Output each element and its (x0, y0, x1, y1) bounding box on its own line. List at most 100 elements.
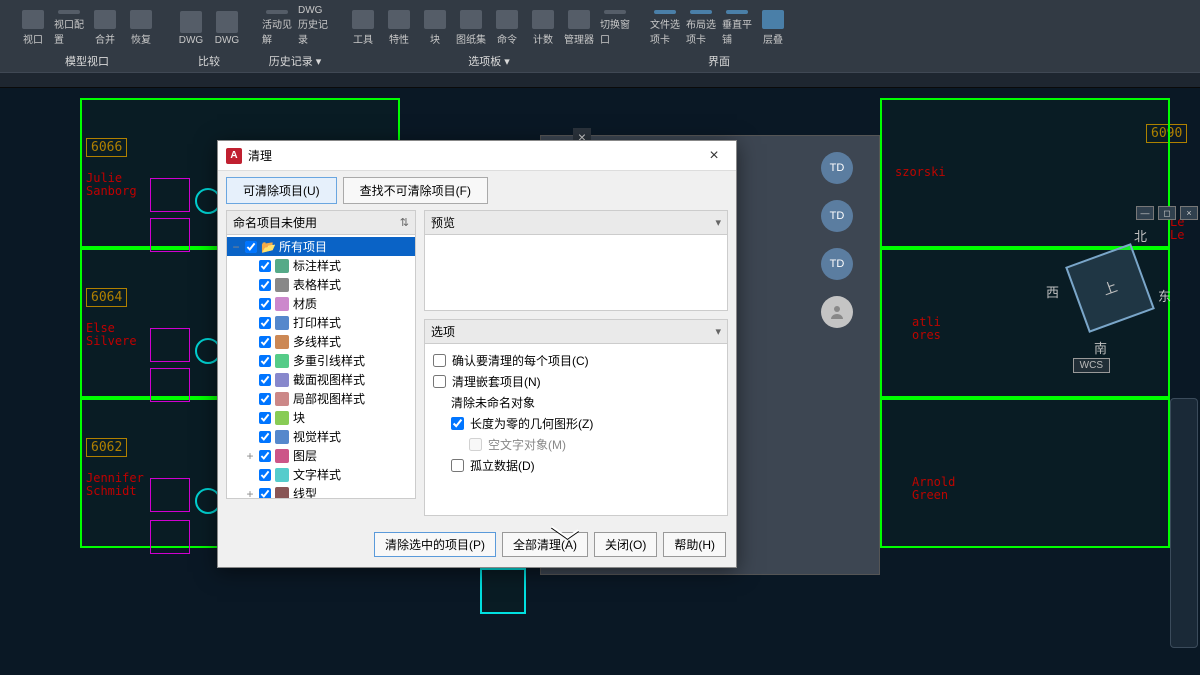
tree-item-label: 表格样式 (293, 276, 341, 293)
opt-label: 孤立数据(D) (470, 457, 535, 474)
ribbon-btn[interactable]: 块 (420, 10, 450, 46)
tree-checkbox[interactable] (259, 336, 271, 348)
ribbon-btn[interactable]: 命令 (492, 10, 522, 46)
sort-icon[interactable]: ⇅ (400, 216, 409, 229)
tree-item-label: 材质 (293, 295, 317, 312)
ribbon-btn[interactable]: DWG (212, 10, 242, 46)
purge-all-button[interactable]: 全部清理(A) (502, 532, 588, 557)
tree-item[interactable]: +线型 (227, 484, 415, 499)
close-button[interactable]: 关闭(O) (594, 532, 657, 557)
options-pane: 确认要清理的每个项目(C) 清理嵌套项目(N) 清除未命名对象 长度为零的几何图… (424, 344, 728, 516)
tree-item[interactable]: 截面视图样式 (227, 370, 415, 389)
chevron-down-icon[interactable]: ▾ (715, 216, 721, 229)
tree-checkbox[interactable] (259, 355, 271, 367)
ribbon-btn[interactable]: 垂直平铺 (722, 10, 752, 46)
ribbon-btn[interactable]: 恢复 (126, 10, 156, 46)
compass-west[interactable]: 西 (1046, 282, 1059, 301)
help-button[interactable]: 帮助(H) (663, 532, 726, 557)
tree-checkbox[interactable] (259, 260, 271, 272)
ribbon-group-history: 活动见解 DWG历史记录 历史记录 ▾ (256, 6, 334, 72)
ribbon-group-ui: 文件选项卡 布局选项卡 垂直平铺 层叠 界面 (644, 6, 794, 72)
avatar-chip[interactable] (821, 296, 853, 328)
dialog-title: 清理 (248, 147, 272, 164)
compass-north[interactable]: 北 (1134, 226, 1147, 245)
tree-checkbox[interactable] (259, 450, 271, 462)
tree-item[interactable]: 文字样式 (227, 465, 415, 484)
app-icon: A (226, 148, 242, 164)
dialog-close-button[interactable]: × (700, 145, 728, 167)
ribbon-btn[interactable]: 特性 (384, 10, 414, 46)
opt-emptytext-checkbox (469, 438, 482, 451)
tree-checkbox[interactable] (259, 488, 271, 500)
tree-checkbox[interactable] (259, 469, 271, 481)
tree-item-label: 线型 (293, 485, 317, 499)
tree-item-label: 文字样式 (293, 466, 341, 483)
ribbon-btn[interactable]: DWG (176, 10, 206, 46)
tree-checkbox[interactable] (259, 412, 271, 424)
tree-item[interactable]: 视觉样式 (227, 427, 415, 446)
avatar-chip[interactable]: TD (821, 248, 853, 280)
tree-item[interactable]: 材质 (227, 294, 415, 313)
tree-checkbox[interactable] (259, 317, 271, 329)
tree-item[interactable]: 局部视图样式 (227, 389, 415, 408)
ribbon-btn[interactable]: 视口配置 (54, 10, 84, 46)
tree-item[interactable]: 打印样式 (227, 313, 415, 332)
preview-header[interactable]: 预览▾ (424, 210, 728, 235)
ribbon-btn[interactable]: 切换窗口 (600, 10, 630, 46)
opt-confirm-checkbox[interactable] (433, 354, 446, 367)
tree-item-label: 打印样式 (293, 314, 341, 331)
opt-nested-checkbox[interactable] (433, 375, 446, 388)
navigation-bar[interactable] (1170, 398, 1198, 648)
viewcube-face[interactable]: 上 (1065, 243, 1155, 333)
purge-selected-button[interactable]: 清除选中的项目(P) (374, 532, 496, 557)
ribbon-group-label[interactable]: 选项板 ▾ (460, 50, 518, 72)
tree-item-label: 多线样式 (293, 333, 341, 350)
room-number: 6064 (86, 288, 127, 307)
style-icon (275, 430, 289, 444)
occupant-name: ElseSilvere (86, 322, 137, 348)
dialog-titlebar[interactable]: A 清理 × (218, 141, 736, 171)
ruler-strip[interactable] (0, 72, 1200, 88)
ribbon-btn[interactable]: 层叠 (758, 10, 788, 46)
ribbon: 视口 视口配置 合并 恢复 模型视口 DWG DWG 比较 活动见解 DWG历史… (0, 0, 1200, 72)
ribbon-btn[interactable]: 工具 (348, 10, 378, 46)
ribbon-btn[interactable]: 布局选项卡 (686, 10, 716, 46)
tree-checkbox[interactable] (245, 241, 257, 253)
ribbon-btn[interactable]: 活动见解 (262, 10, 292, 46)
room-number: 6062 (86, 438, 127, 457)
tree-checkbox[interactable] (259, 431, 271, 443)
compass-south[interactable]: 南 (1094, 338, 1107, 357)
opt-zero-checkbox[interactable] (451, 417, 464, 430)
opt-orphan-checkbox[interactable] (451, 459, 464, 472)
tree-root[interactable]: − 📂 所有项目 (227, 237, 415, 256)
tree-checkbox[interactable] (259, 298, 271, 310)
wcs-badge[interactable]: WCS (1073, 358, 1110, 373)
tree-item[interactable]: 标注样式 (227, 256, 415, 275)
tree-item[interactable]: 多重引线样式 (227, 351, 415, 370)
tree-item[interactable]: 表格样式 (227, 275, 415, 294)
viewcube[interactable]: 上 北 南 东 西 (1030, 218, 1190, 378)
tree-item[interactable]: 块 (227, 408, 415, 427)
ribbon-group-label[interactable]: 历史记录 ▾ (261, 50, 330, 72)
tab-unpurgeable[interactable]: 查找不可清除项目(F) (343, 177, 488, 204)
options-header[interactable]: 选项▾ (424, 319, 728, 344)
ribbon-btn[interactable]: 文件选项卡 (650, 10, 680, 46)
chevron-down-icon[interactable]: ▾ (715, 325, 721, 338)
avatar-chip[interactable]: TD (821, 200, 853, 232)
ribbon-btn[interactable]: DWG历史记录 (298, 10, 328, 46)
ribbon-btn[interactable]: 视口 (18, 10, 48, 46)
ribbon-btn[interactable]: 计数 (528, 10, 558, 46)
ribbon-btn[interactable]: 管理器 (564, 10, 594, 46)
avatar-chip[interactable]: TD (821, 152, 853, 184)
ribbon-btn[interactable]: 合并 (90, 10, 120, 46)
purge-tree[interactable]: − 📂 所有项目 标注样式表格样式材质打印样式多线样式多重引线样式截面视图样式局… (226, 235, 416, 499)
tree-item[interactable]: +图层 (227, 446, 415, 465)
tree-checkbox[interactable] (259, 393, 271, 405)
tab-purgeable[interactable]: 可清除项目(U) (226, 177, 337, 204)
tree-item[interactable]: 多线样式 (227, 332, 415, 351)
style-icon (275, 449, 289, 463)
tree-checkbox[interactable] (259, 279, 271, 291)
tree-checkbox[interactable] (259, 374, 271, 386)
compass-east[interactable]: 东 (1158, 286, 1171, 305)
ribbon-btn[interactable]: 图纸集 (456, 10, 486, 46)
